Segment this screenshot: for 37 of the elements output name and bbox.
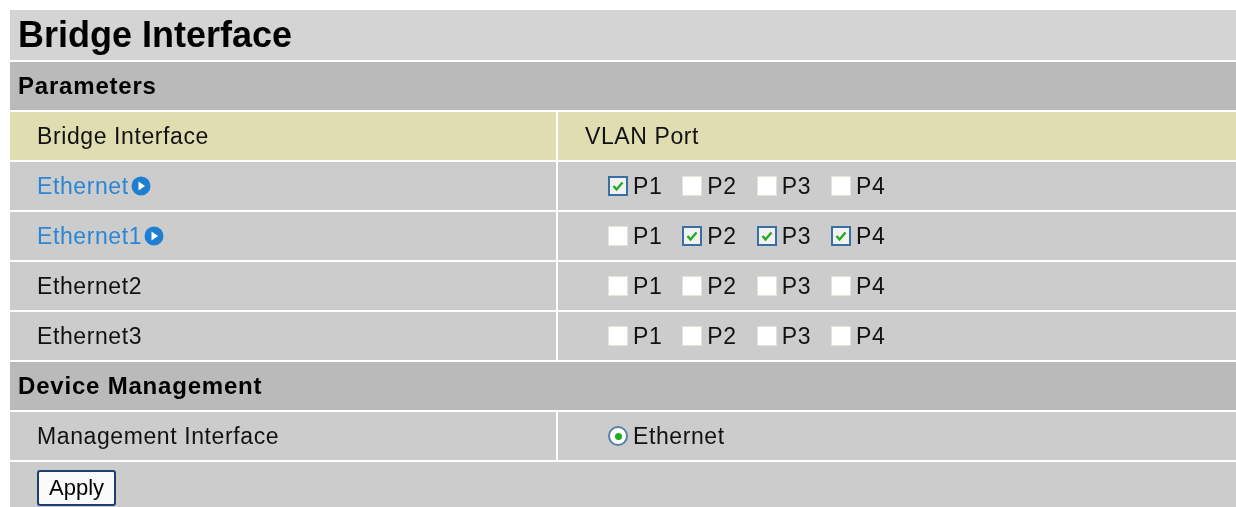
port-checkbox[interactable]: [831, 226, 852, 246]
checkmark-icon: [760, 230, 773, 242]
radio-button[interactable]: [608, 426, 628, 446]
port-label: P4: [856, 272, 886, 300]
port-label: P4: [856, 172, 886, 200]
port-label: P4: [856, 322, 886, 350]
checkmark-icon: [686, 230, 699, 242]
radio-label: Ethernet: [633, 422, 725, 450]
interface-link[interactable]: Ethernet: [37, 172, 129, 200]
port-label: P3: [781, 222, 812, 250]
checkmark-icon: [612, 180, 624, 192]
port-label: P3: [781, 172, 812, 200]
port-checkbox[interactable]: [756, 226, 777, 246]
port-label: P2: [707, 222, 737, 250]
port-checkbox[interactable]: [608, 176, 628, 196]
interface-name: Ethernet3: [37, 322, 143, 350]
column-header: VLAN Port: [558, 112, 1236, 160]
interface-name: Ethernet2: [37, 272, 143, 300]
apply-button[interactable]: Apply: [37, 469, 117, 506]
port-label: P1: [633, 222, 663, 250]
port-label: P4: [856, 222, 886, 250]
port-label: P3: [781, 322, 812, 350]
port-label: P2: [707, 272, 737, 300]
field-label: Management Interface: [37, 422, 280, 450]
page-title: Bridge Interface: [10, 10, 1236, 60]
port-checkbox[interactable]: [682, 226, 703, 246]
section-heading: Parameters: [10, 62, 1236, 110]
port-label: P1: [633, 272, 663, 300]
port-label: P2: [707, 172, 737, 200]
section-heading: Device Management: [10, 362, 1236, 410]
port-label: P2: [707, 322, 737, 350]
checkmark-icon: [835, 230, 848, 242]
port-label: P3: [781, 272, 812, 300]
port-label: P1: [633, 172, 663, 200]
port-label: P1: [633, 322, 663, 350]
interface-link[interactable]: Ethernet1: [37, 222, 143, 250]
column-header: Bridge Interface: [10, 112, 556, 160]
